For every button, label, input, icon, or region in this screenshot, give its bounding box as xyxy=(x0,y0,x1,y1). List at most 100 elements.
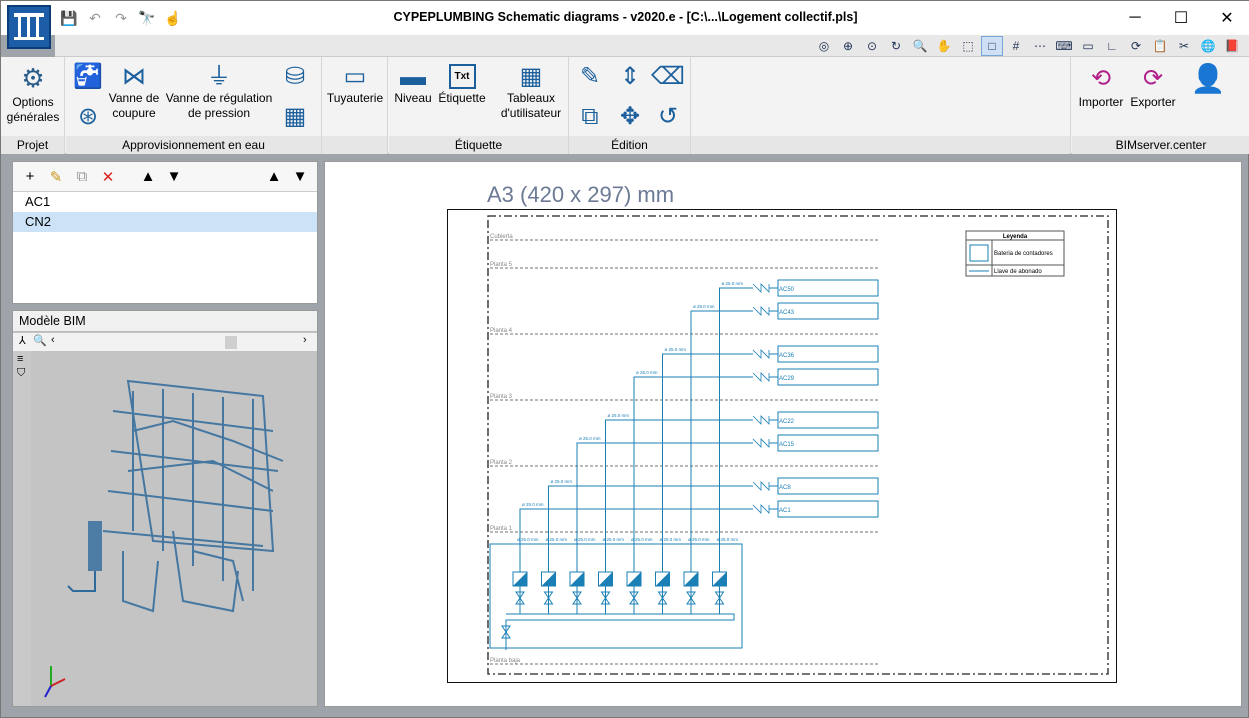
clipboard-icon[interactable]: 📋 xyxy=(1149,36,1171,56)
user-account-button[interactable]: 👤 xyxy=(1186,61,1230,95)
maximize-button[interactable]: ☐ xyxy=(1158,1,1204,35)
zoom-all-icon[interactable]: ⊕ xyxy=(837,36,859,56)
bim-model-panel: Modèle BIM ⅄ 🔍 ‹ › ≡ ⛉ xyxy=(12,310,318,707)
pipe-label: ø 25.0 mm xyxy=(636,370,658,375)
outlet-box xyxy=(777,477,879,495)
axis-small-icon[interactable]: ⅄ xyxy=(19,334,26,347)
key-valve xyxy=(752,349,770,359)
outlet-label: AC43 xyxy=(779,310,795,316)
delete-icon[interactable]: ✕ xyxy=(97,166,119,188)
outlet-label: AC1 xyxy=(779,508,791,514)
move-up-icon[interactable]: ▲ xyxy=(137,166,159,188)
etiquette-button[interactable]: Txt Étiquette xyxy=(435,61,489,106)
pipe-icon: ▭ xyxy=(343,62,367,90)
app-window: 💾 ↶ ↷ 🔭 ☝ CYPEPLUMBING Schematic diagram… xyxy=(0,0,1249,718)
level-label: Planta baja xyxy=(490,658,521,664)
zoom-window-icon[interactable]: ⊙ xyxy=(861,36,883,56)
sheet-border: Leyenda Bateria de contadores Llave de a… xyxy=(447,209,1117,683)
key-valve xyxy=(752,415,770,425)
move-down-icon[interactable]: ▼ xyxy=(163,166,185,188)
layers-icon[interactable]: ≡ xyxy=(17,353,23,365)
pipe-label: ø 25.0 mm xyxy=(693,304,715,309)
importer-button[interactable]: ⟲ Importer xyxy=(1076,61,1126,110)
select-icon[interactable]: ⬚ xyxy=(957,36,979,56)
collapse-up-icon[interactable]: ▲ xyxy=(263,166,285,188)
vanne-regulation-label: Vanne de régulation de pression xyxy=(165,91,273,120)
pipe-riser xyxy=(690,310,753,552)
list-toolbar: + ✎ ⧉ ✕ ▲ ▼ ▲ ▼ xyxy=(13,162,317,192)
globe-icon[interactable]: 🌐 xyxy=(1197,36,1219,56)
move-button[interactable]: ✥ xyxy=(613,101,647,131)
exporter-button[interactable]: ⟳ Exporter xyxy=(1128,61,1178,110)
scale-icon[interactable]: ▭ xyxy=(1077,36,1099,56)
axis-icon[interactable]: ∟ xyxy=(1101,36,1123,56)
keyboard-icon[interactable]: ⌨ xyxy=(1053,36,1075,56)
app-icon[interactable] xyxy=(7,5,51,49)
shield-icon[interactable]: ⛉ xyxy=(17,367,25,380)
copy-icon: ⧉ xyxy=(581,102,599,130)
tools-icon[interactable]: ✂ xyxy=(1173,36,1195,56)
options-label: Options générales xyxy=(6,95,60,124)
minimize-button[interactable]: ─ xyxy=(1112,1,1158,35)
pipe-label: ø 25.0 mm xyxy=(688,537,710,542)
move-vertex-button[interactable]: ⇕ xyxy=(613,61,647,91)
grid-icon[interactable]: # xyxy=(1005,36,1027,56)
zoom-icon[interactable]: 🔍 xyxy=(909,36,931,56)
edit-icon[interactable]: ✎ xyxy=(45,166,67,188)
key-valve xyxy=(752,372,770,382)
pipe-label: ø 25.0 mm xyxy=(608,413,630,418)
add-icon[interactable]: + xyxy=(19,166,41,188)
etiquette-label: Étiquette xyxy=(438,91,486,105)
zoom-orbit-icon[interactable]: ◎ xyxy=(813,36,835,56)
copy-button[interactable]: ⧉ xyxy=(573,101,607,131)
zoom-small-icon[interactable]: 🔍 xyxy=(33,334,47,347)
options-button[interactable]: ⚙ Options générales xyxy=(5,61,61,125)
rotate-button[interactable]: ↺ xyxy=(651,101,685,131)
edit-button[interactable]: ✎ xyxy=(573,61,607,91)
key-valve xyxy=(752,306,770,316)
pump-icon: ⊛ xyxy=(77,102,99,130)
pipe-label: ø 25.0 mm xyxy=(660,537,682,542)
pipe-label: ø 25.0 mm xyxy=(717,537,739,542)
niveau-button[interactable]: ▬ Niveau xyxy=(391,61,435,106)
group-label-etiquette: Étiquette xyxy=(389,136,568,154)
bim-scrollbar[interactable]: ⅄ 🔍 ‹ › xyxy=(13,333,317,351)
pipe-label: ø 25.0 mm xyxy=(603,537,625,542)
pan-hand-icon[interactable]: ✋ xyxy=(933,36,955,56)
list-item[interactable]: AC1 xyxy=(13,192,317,212)
pump-button[interactable]: ⊛ xyxy=(70,101,106,131)
list-item-selected[interactable]: CN2 xyxy=(13,212,317,232)
ribbon: ⚙ Options générales Projet 🚰 ⊛ ⋈ Vanne d… xyxy=(1,57,1249,154)
supply-faucet-button[interactable]: 🚰 xyxy=(70,61,106,91)
meter-battery-button[interactable]: ▦ xyxy=(278,101,312,131)
scroll-right-icon[interactable]: › xyxy=(303,334,307,346)
legend-battery: Bateria de contadores xyxy=(994,251,1053,257)
valve-icon: ⋈ xyxy=(122,62,146,90)
rotate-icon[interactable]: ⟳ xyxy=(1125,36,1147,56)
legend-title: Leyenda xyxy=(1003,234,1028,240)
tank-icon: ⛁ xyxy=(284,62,306,90)
close-button[interactable]: ✕ xyxy=(1204,1,1249,35)
tableaux-button[interactable]: ▦ Tableaux d'utilisateur xyxy=(495,61,567,121)
eraser-icon: ⌫ xyxy=(651,62,685,90)
tuyauterie-button[interactable]: ▭ Tuyauterie xyxy=(324,61,386,106)
bim-3d-view[interactable] xyxy=(33,351,317,706)
collector xyxy=(505,613,735,650)
pipe-riser xyxy=(662,353,753,552)
book-icon[interactable]: 📕 xyxy=(1221,36,1243,56)
tank-button[interactable]: ⛁ xyxy=(278,61,312,91)
vanne-coupure-button[interactable]: ⋈ Vanne de coupure xyxy=(106,61,162,121)
sheet-title: A3 (420 x 297) mm xyxy=(487,182,675,207)
scroll-thumb[interactable] xyxy=(225,336,237,349)
pipe-label: ø 25.0 mm xyxy=(722,281,744,286)
refresh-icon[interactable]: ↻ xyxy=(885,36,907,56)
collapse-down-icon[interactable]: ▼ xyxy=(289,166,311,188)
copy-icon[interactable]: ⧉ xyxy=(71,166,93,188)
faucet-icon: 🚰 xyxy=(73,62,103,90)
vanne-regulation-button[interactable]: ⏚ Vanne de régulation de pression xyxy=(164,61,274,121)
erase-button[interactable]: ⌫ xyxy=(651,61,685,91)
frame-icon[interactable]: □ xyxy=(981,36,1003,56)
scroll-left-icon[interactable]: ‹ xyxy=(51,334,55,346)
snap-icon[interactable]: ⋯ xyxy=(1029,36,1051,56)
group-label-projet: Projet xyxy=(1,136,64,154)
